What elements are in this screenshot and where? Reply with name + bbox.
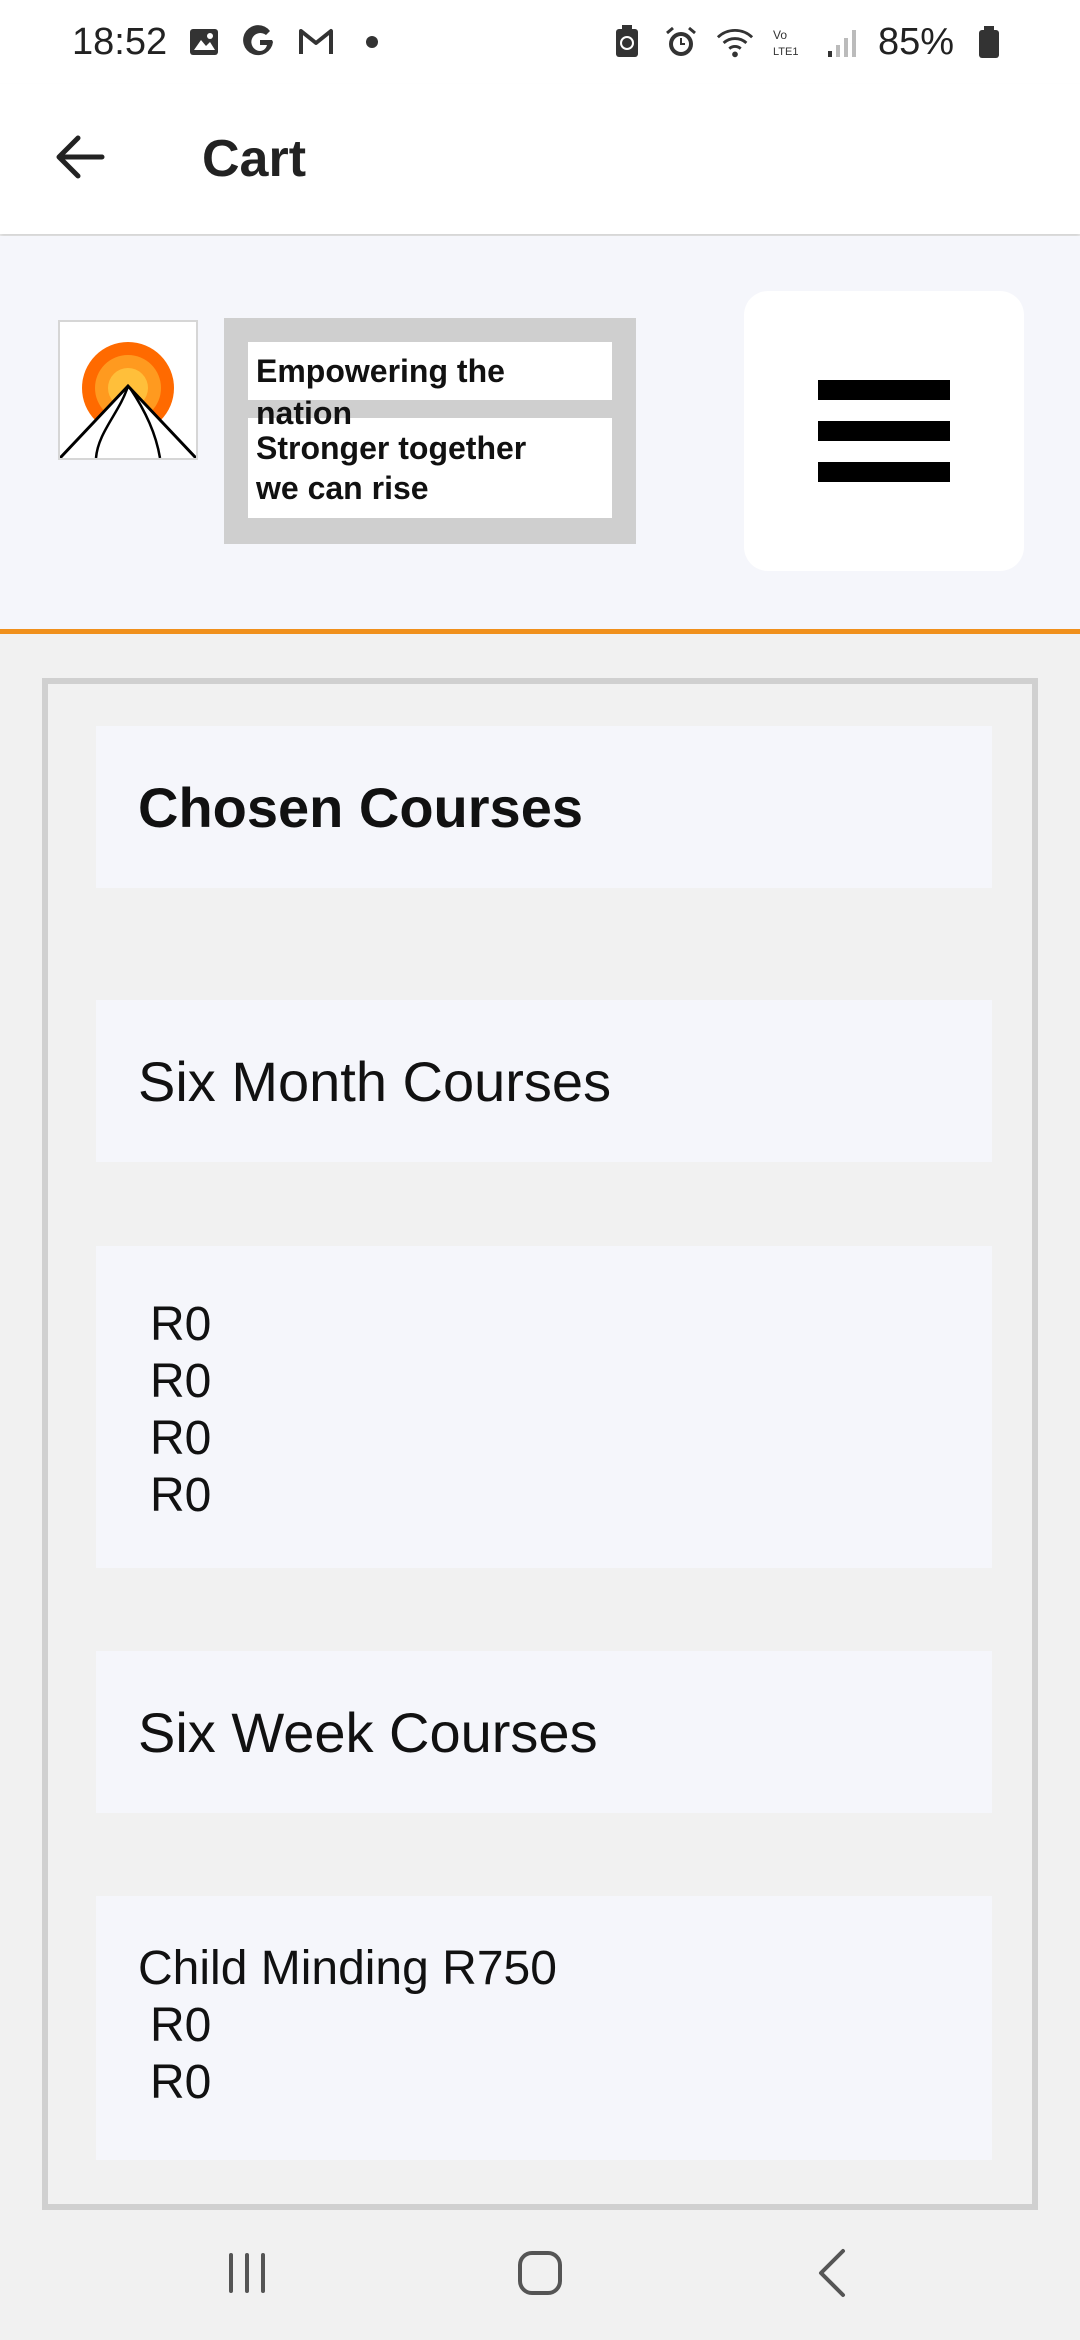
tagline-primary: Empowering the nation	[248, 342, 612, 431]
hamburger-menu-icon	[818, 380, 950, 482]
list-item: R0	[150, 1999, 212, 2052]
tagline-secondary: Stronger together we can rise	[248, 418, 612, 518]
six-week-section: Six Week Courses	[96, 1651, 992, 1813]
chosen-courses-heading: Chosen Courses	[138, 775, 583, 839]
battery-saver-icon	[608, 23, 646, 61]
logo	[58, 320, 198, 460]
tagline-box: Empowering the nation Stronger together …	[224, 318, 636, 544]
status-bar: 18:52 Vo LTE1 85%	[0, 0, 1080, 84]
header-banner: Empowering the nation Stronger together …	[0, 236, 1080, 631]
alarm-icon	[662, 23, 700, 61]
volte-icon: Vo LTE1	[770, 23, 808, 61]
page-title: Cart	[202, 130, 307, 188]
svg-text:Vo: Vo	[773, 28, 787, 42]
list-item: R0	[150, 1298, 212, 1351]
list-item: R0	[150, 1355, 212, 1408]
six-month-title: Six Month Courses	[138, 1049, 612, 1113]
chosen-courses-card: Chosen Courses	[96, 726, 992, 888]
gallery-icon	[185, 23, 223, 61]
status-time: 18:52	[72, 20, 168, 63]
system-nav-bar	[0, 2210, 1080, 2340]
google-icon	[241, 23, 279, 61]
list-item: Child Minding R750	[138, 1942, 557, 1995]
home-icon	[515, 2248, 565, 2303]
signal-icon	[824, 23, 862, 61]
system-back-button[interactable]	[773, 2225, 893, 2325]
battery-percent: 85%	[877, 20, 954, 63]
back-button[interactable]	[0, 84, 160, 234]
home-button[interactable]	[480, 2225, 600, 2325]
list-item: R0	[150, 1412, 212, 1465]
six-week-list: Child Minding R750 R0 R0	[96, 1896, 992, 2160]
app-bar: Cart	[0, 84, 1080, 234]
list-item: R0	[150, 2056, 212, 2109]
menu-button[interactable]	[744, 291, 1024, 571]
recent-apps-button[interactable]	[187, 2225, 307, 2325]
status-left: 18:52	[72, 21, 391, 64]
wifi-icon	[716, 23, 754, 61]
gmail-icon	[297, 23, 335, 61]
banner-divider	[0, 629, 1080, 634]
battery-icon	[970, 23, 1008, 61]
status-right: Vo LTE1 85%	[608, 21, 1008, 64]
recent-apps-icon	[223, 2249, 271, 2302]
dot-icon	[353, 23, 391, 61]
six-week-title: Six Week Courses	[138, 1700, 598, 1764]
back-icon	[813, 2247, 853, 2304]
cart-panel: Chosen Courses Six Month Courses R0 R0 R…	[42, 678, 1038, 2210]
arrow-left-icon	[54, 134, 106, 185]
six-month-section: Six Month Courses	[96, 1000, 992, 1162]
six-month-list: R0 R0 R0 R0	[96, 1246, 992, 1568]
svg-text:LTE1: LTE1	[773, 46, 798, 58]
list-item: R0	[150, 1469, 212, 1522]
